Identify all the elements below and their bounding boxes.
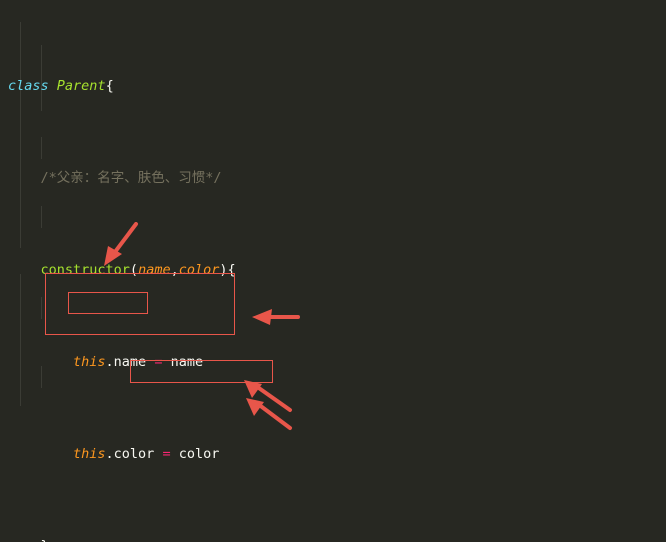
token-parent-class-name: Parent <box>56 78 106 94</box>
code-content[interactable]: class Parent{ /*父亲：名字、肤色、习惯*/ constructo… <box>0 6 666 542</box>
token-constructor: constructor <box>40 262 130 278</box>
token-this: this <box>73 354 106 370</box>
param-color: color <box>178 262 220 278</box>
token-this: this <box>73 446 106 462</box>
comment-father-fields: /*父亲：名字、肤色、习惯*/ <box>40 170 222 186</box>
code-line-5: this.color = color <box>73 446 220 462</box>
code-editor[interactable]: class Parent{ /*父亲：名字、肤色、习惯*/ constructo… <box>0 0 666 542</box>
code-line-6: } <box>8 535 666 542</box>
token-class-keyword: class <box>8 78 49 94</box>
code-line-1: class Parent{ <box>8 78 114 94</box>
code-line-2: /*父亲：名字、肤色、习惯*/ <box>8 167 666 190</box>
param-name: name <box>138 262 171 278</box>
code-line-3: constructor(name,color){ <box>40 262 236 278</box>
code-line-4: this.name = name <box>73 354 204 370</box>
